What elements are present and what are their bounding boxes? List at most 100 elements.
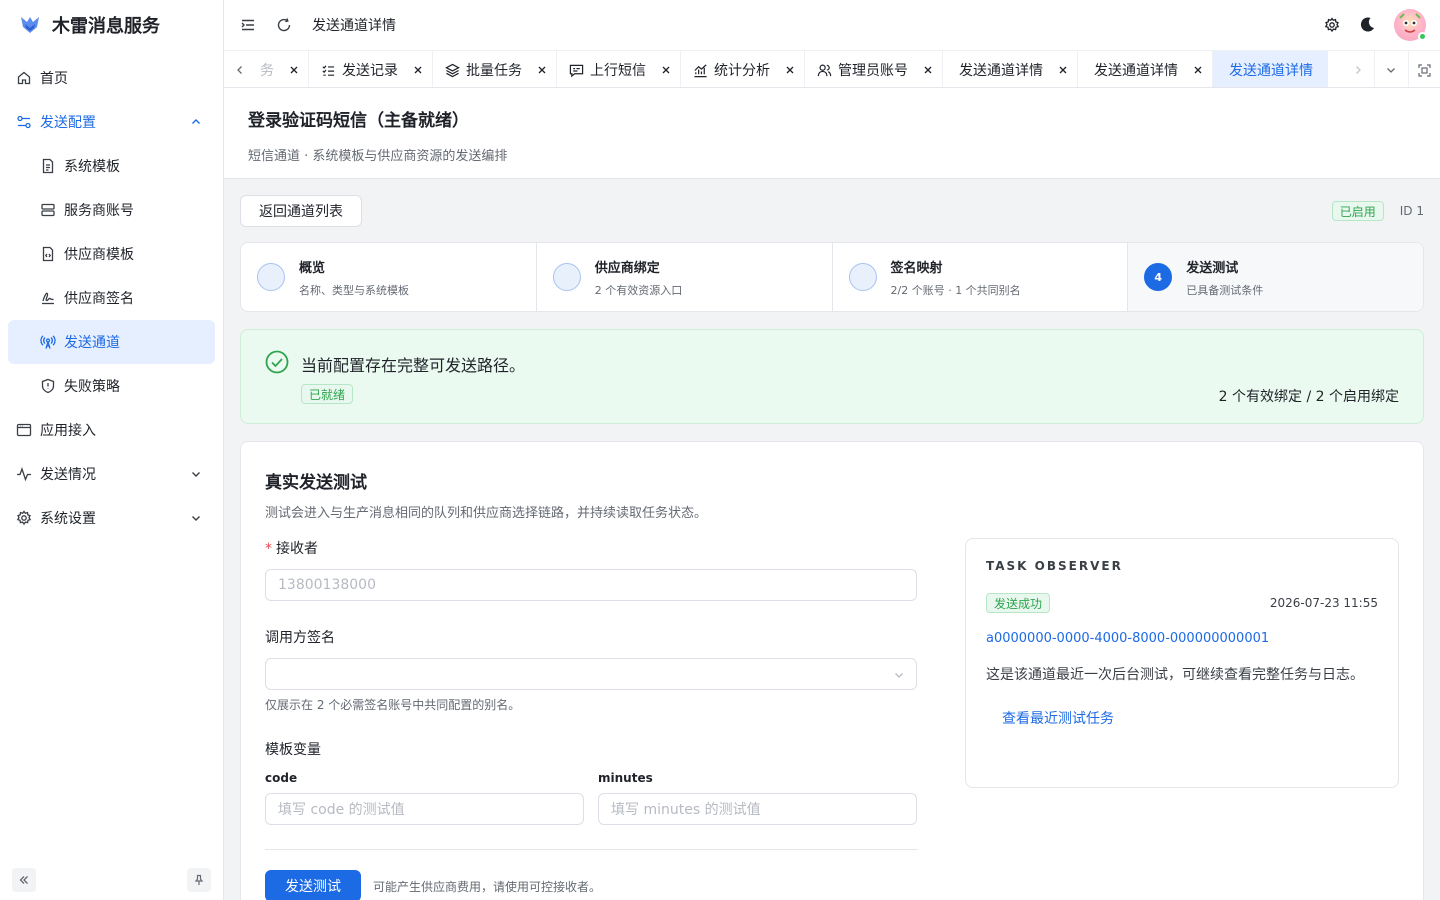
observer-desc: 这是该通道最近一次后台测试，可继续查看完整任务与日志。 <box>986 667 1364 683</box>
sidebar-item-provider-template[interactable]: 供应商模板 <box>0 232 223 276</box>
window-icon <box>16 423 32 437</box>
step-send-test[interactable]: 4 发送测试 已具备测试条件 <box>1128 243 1423 311</box>
steps-bar: 概览 名称、类型与系统模板 供应商绑定 2 个有效资源入口 签名映射 2/2 个… <box>240 242 1424 312</box>
menu-toggle-icon[interactable] <box>240 17 256 33</box>
channel-status: 已启用 ID 1 <box>1331 201 1424 221</box>
close-icon[interactable] <box>536 64 548 76</box>
receiver-input[interactable]: 13800138000 <box>265 569 917 601</box>
observer-time: 2026-07-23 11:55 <box>1269 596 1378 610</box>
sidebar-item-send-channel[interactable]: 发送通道 <box>8 320 215 364</box>
chevron-left-icon <box>237 66 242 74</box>
tab-label: 批量任务 <box>466 63 522 79</box>
tab-scroll-right-button[interactable] <box>1342 51 1374 87</box>
settings-flow-icon <box>17 115 31 129</box>
tab-more-button[interactable] <box>1374 51 1406 87</box>
signature-label: 调用方签名 <box>265 630 335 646</box>
tab-bar: 务 发送记录 批量任务 上行短信 统计分析 管理员账号 发送通道详情 发送通道详… <box>224 50 1440 88</box>
back-to-list-button[interactable]: 返回通道列表 <box>240 195 362 227</box>
card-title: 真实发送测试 <box>265 473 367 493</box>
step-title: 发送测试 <box>1186 260 1239 276</box>
sidebar-item-send-status[interactable]: 发送情况 <box>0 452 223 496</box>
step-signature-mapping[interactable]: 签名映射 2/2 个账号 · 1 个共同别名 <box>833 243 1129 311</box>
sidebar-item-label: 系统模板 <box>64 159 120 175</box>
content-area: 返回通道列表 已启用 ID 1 概览 名称、类型与系统模板 供应商绑定 2 个有… <box>224 179 1440 900</box>
sidebar-nav: 首页 发送配置 系统模板 服务商账号 供应商模板 供应商签名 发送通道 失败策略… <box>0 56 223 540</box>
avatar[interactable] <box>1394 9 1427 41</box>
step-title: 供应商绑定 <box>594 260 660 276</box>
step-indicator <box>257 263 285 291</box>
send-status-badge: 发送成功 <box>986 593 1051 613</box>
fullscreen-icon <box>1418 63 1431 77</box>
sidebar-item-failure-policy[interactable]: 失败策略 <box>0 364 223 408</box>
tab-send-records[interactable]: 发送记录 <box>309 51 433 87</box>
pin-sidebar-button[interactable] <box>187 868 211 892</box>
receiver-label-text: 接收者 <box>276 541 318 557</box>
users-icon <box>817 64 832 76</box>
close-icon[interactable] <box>1192 64 1204 76</box>
sidebar-item-label: 供应商签名 <box>64 291 134 307</box>
task-id-link[interactable]: a0000000-0000-4000-8000-000000000001 <box>986 631 1378 646</box>
chevron-down-icon <box>192 516 200 521</box>
tab-channel-detail[interactable]: 发送通道详情 <box>943 51 1078 87</box>
signature-icon <box>42 292 54 305</box>
tab-statistics[interactable]: 统计分析 <box>681 51 805 87</box>
chevron-down-icon <box>895 673 903 678</box>
signature-hint: 仅展示在 2 个必需签名账号中共同配置的别名。 <box>265 698 521 712</box>
sidebar-item-provider-account[interactable]: 服务商账号 <box>0 188 223 232</box>
close-icon[interactable] <box>784 64 796 76</box>
refresh-icon[interactable] <box>276 17 292 33</box>
header-title: 发送通道详情 <box>312 18 396 34</box>
close-icon[interactable] <box>922 64 934 76</box>
alert-message: 当前配置存在完整可发送路径。 <box>301 356 526 375</box>
tab-channel-detail[interactable]: 发送通道详情 <box>1078 51 1213 87</box>
send-test-button[interactable]: 发送测试 <box>265 870 361 900</box>
tab-scroll-left-button[interactable] <box>224 51 256 87</box>
view-recent-task-link[interactable]: 查看最近测试任务 <box>1002 708 1378 728</box>
tab-channel-detail-active[interactable]: 发送通道详情 <box>1213 51 1328 87</box>
brand[interactable]: 木雷消息服务 <box>0 0 223 50</box>
tab-uplink-sms[interactable]: 上行短信 <box>557 51 681 87</box>
settings-icon[interactable] <box>1324 17 1340 33</box>
close-icon[interactable] <box>288 64 300 76</box>
fullscreen-button[interactable] <box>1408 51 1440 87</box>
observer-title: TASK OBSERVER <box>986 559 1123 573</box>
step-overview[interactable]: 概览 名称、类型与系统模板 <box>241 243 537 311</box>
dark-mode-icon[interactable] <box>1358 16 1376 34</box>
template-vars-label: 模板变量 <box>265 742 321 758</box>
tab-batch-partial[interactable]: 务 <box>256 51 309 87</box>
sidebar: 木雷消息服务 首页 发送配置 系统模板 服务商账号 供应商模板 供应商签名 发送… <box>0 0 224 900</box>
close-icon[interactable] <box>1327 64 1328 76</box>
action-row: 返回通道列表 已启用 ID 1 <box>240 195 1424 227</box>
step-desc: 2/2 个账号 · 1 个共同别名 <box>890 283 1021 297</box>
close-icon[interactable] <box>412 64 424 76</box>
close-icon[interactable] <box>660 64 672 76</box>
signature-select[interactable] <box>265 658 917 690</box>
file-text-icon <box>42 158 54 174</box>
collapse-sidebar-button[interactable] <box>12 868 36 892</box>
sidebar-item-label: 首页 <box>40 71 68 87</box>
sidebar-item-provider-signature[interactable]: 供应商签名 <box>0 276 223 320</box>
chevron-right-icon <box>1356 66 1361 74</box>
tab-admin-accounts[interactable]: 管理员账号 <box>805 51 943 87</box>
tab-batch-tasks[interactable]: 批量任务 <box>433 51 557 87</box>
sidebar-item-home[interactable]: 首页 <box>0 56 223 100</box>
chevron-up-icon <box>192 119 200 124</box>
tab-label: 发送通道详情 <box>1094 63 1178 79</box>
chevron-down-icon <box>1386 68 1395 73</box>
binding-summary: 2 个有效绑定 / 2 个启用绑定 <box>1218 389 1399 405</box>
online-status-dot <box>1418 32 1427 41</box>
sidebar-item-send-config[interactable]: 发送配置 <box>0 100 223 144</box>
var-code-input[interactable]: 填写 code 的测试值 <box>265 793 584 825</box>
sidebar-item-app-access[interactable]: 应用接入 <box>0 408 223 452</box>
step-provider-binding[interactable]: 供应商绑定 2 个有效资源入口 <box>537 243 833 311</box>
server-icon <box>41 203 55 217</box>
send-test-card: 真实发送测试 测试会进入与生产消息相同的队列和供应商选择链路，并持续读取任务状态… <box>240 441 1424 900</box>
close-icon[interactable] <box>1057 64 1069 76</box>
var-minutes-input[interactable]: 填写 minutes 的测试值 <box>598 793 917 825</box>
sidebar-item-system-template[interactable]: 系统模板 <box>0 144 223 188</box>
var-name: minutes <box>598 771 653 785</box>
template-vars: code 填写 code 的测试值 minutes 填写 minutes 的测试… <box>265 771 917 825</box>
chart-icon <box>694 63 707 77</box>
step-desc: 2 个有效资源入口 <box>594 283 683 297</box>
sidebar-item-system-settings[interactable]: 系统设置 <box>0 496 223 540</box>
